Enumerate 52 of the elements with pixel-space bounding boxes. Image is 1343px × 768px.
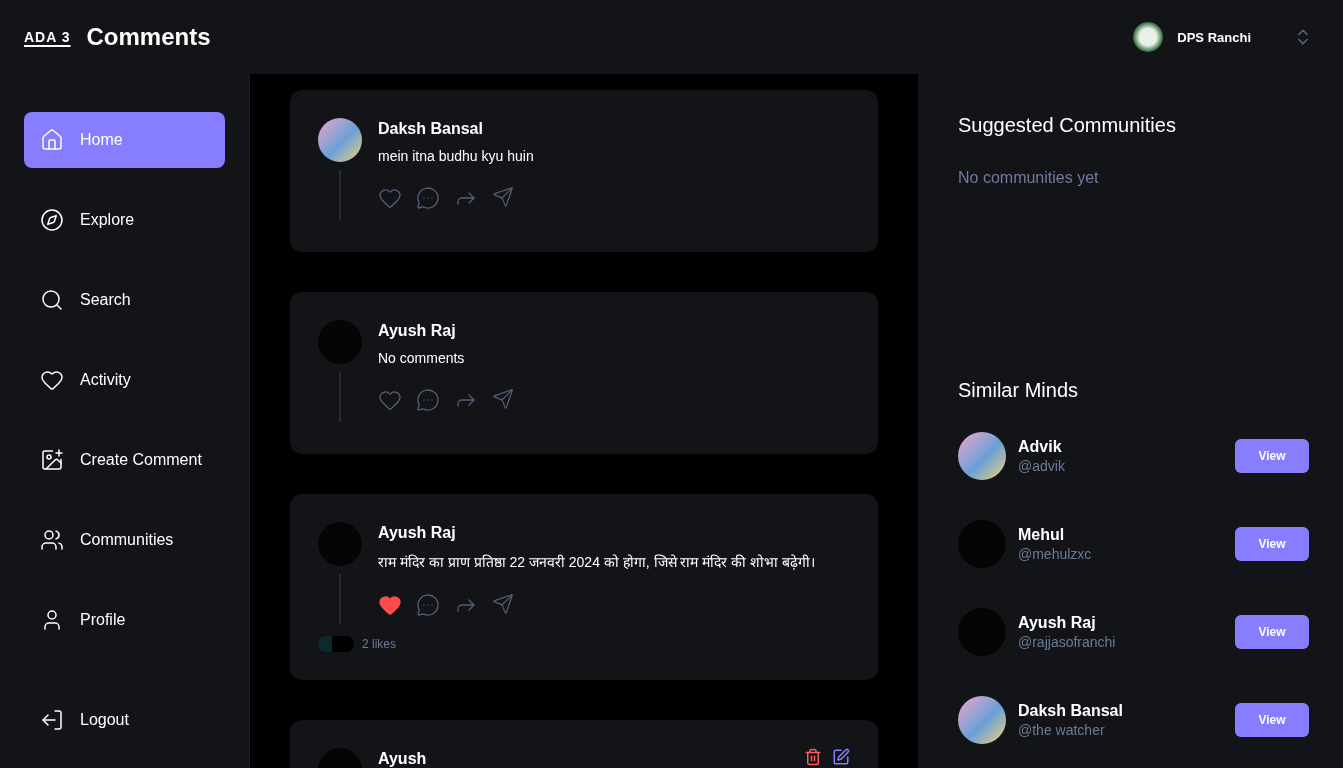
- compass-icon: [40, 208, 64, 232]
- avatar: [958, 696, 1006, 744]
- nav-item[interactable]: Search: [24, 272, 225, 328]
- people-icon: [40, 528, 64, 552]
- crest-icon: [1133, 22, 1164, 52]
- page-title: Comments: [86, 23, 211, 51]
- logo: ADA 3: [24, 29, 71, 45]
- comment-text: mein itna budhu kyu huin: [378, 148, 535, 164]
- organization-name: DPS Ranchi: [1177, 29, 1251, 45]
- nav-item[interactable]: Explore: [24, 192, 225, 248]
- reply-button[interactable]: [416, 186, 440, 210]
- likes-count: 2 likes: [362, 637, 396, 651]
- send-button[interactable]: [492, 593, 514, 617]
- comment-text: राम मंदिर का प्राण प्रतिष्ठा 22 जनवरी 2024 को होगा, जिसे राम मंदिर की शोभा बढ़ेगी।: [378, 553, 816, 571]
- like-button[interactable]: [378, 593, 402, 617]
- edit-button[interactable]: [832, 748, 850, 768]
- like-button[interactable]: [378, 388, 402, 412]
- user-name: Advik: [1018, 438, 1063, 456]
- avatar: [958, 432, 1006, 480]
- nav-item[interactable]: Activity: [24, 352, 225, 408]
- home-icon: [40, 128, 64, 152]
- nav-item[interactable]: Profile: [24, 592, 225, 648]
- section-title: Similar Minds: [958, 379, 1080, 402]
- nav-item[interactable]: Create Comment: [24, 432, 225, 488]
- author-name: Ayush Raj: [378, 322, 456, 340]
- delete-button[interactable]: [804, 748, 822, 768]
- like-button[interactable]: [378, 186, 402, 210]
- author-name: Daksh Bansal: [378, 120, 483, 138]
- image-plus-icon: [40, 448, 64, 472]
- liker-avatars: [318, 636, 354, 652]
- send-button[interactable]: [492, 186, 514, 210]
- avatar: [318, 118, 362, 162]
- user-name: Mehul: [1018, 526, 1066, 544]
- empty-message: No communities yet: [958, 169, 1100, 187]
- section-title: Suggested Communities: [958, 114, 1177, 137]
- user-handle: @advik: [1018, 458, 1066, 474]
- user-name: Ayush Raj: [1018, 614, 1097, 632]
- user-name: Daksh Bansal: [1018, 702, 1124, 720]
- send-button[interactable]: [492, 388, 514, 412]
- user-handle: @the watcher: [1018, 722, 1106, 738]
- user-handle: @mehulzxc: [1018, 546, 1093, 562]
- search-icon: [40, 288, 64, 312]
- user-handle: @rajjasofranchi: [1018, 634, 1117, 650]
- logout-icon: [40, 708, 64, 732]
- reply-button[interactable]: [416, 388, 440, 412]
- reply-button[interactable]: [416, 593, 440, 617]
- nav-item[interactable]: Communities: [24, 512, 225, 568]
- comment-text: No comments: [378, 350, 466, 366]
- author-name: Ayush: [378, 750, 427, 768]
- heart-icon: [40, 368, 64, 392]
- author-name: Ayush Raj: [378, 524, 456, 542]
- logout-link[interactable]: Logout: [24, 692, 225, 748]
